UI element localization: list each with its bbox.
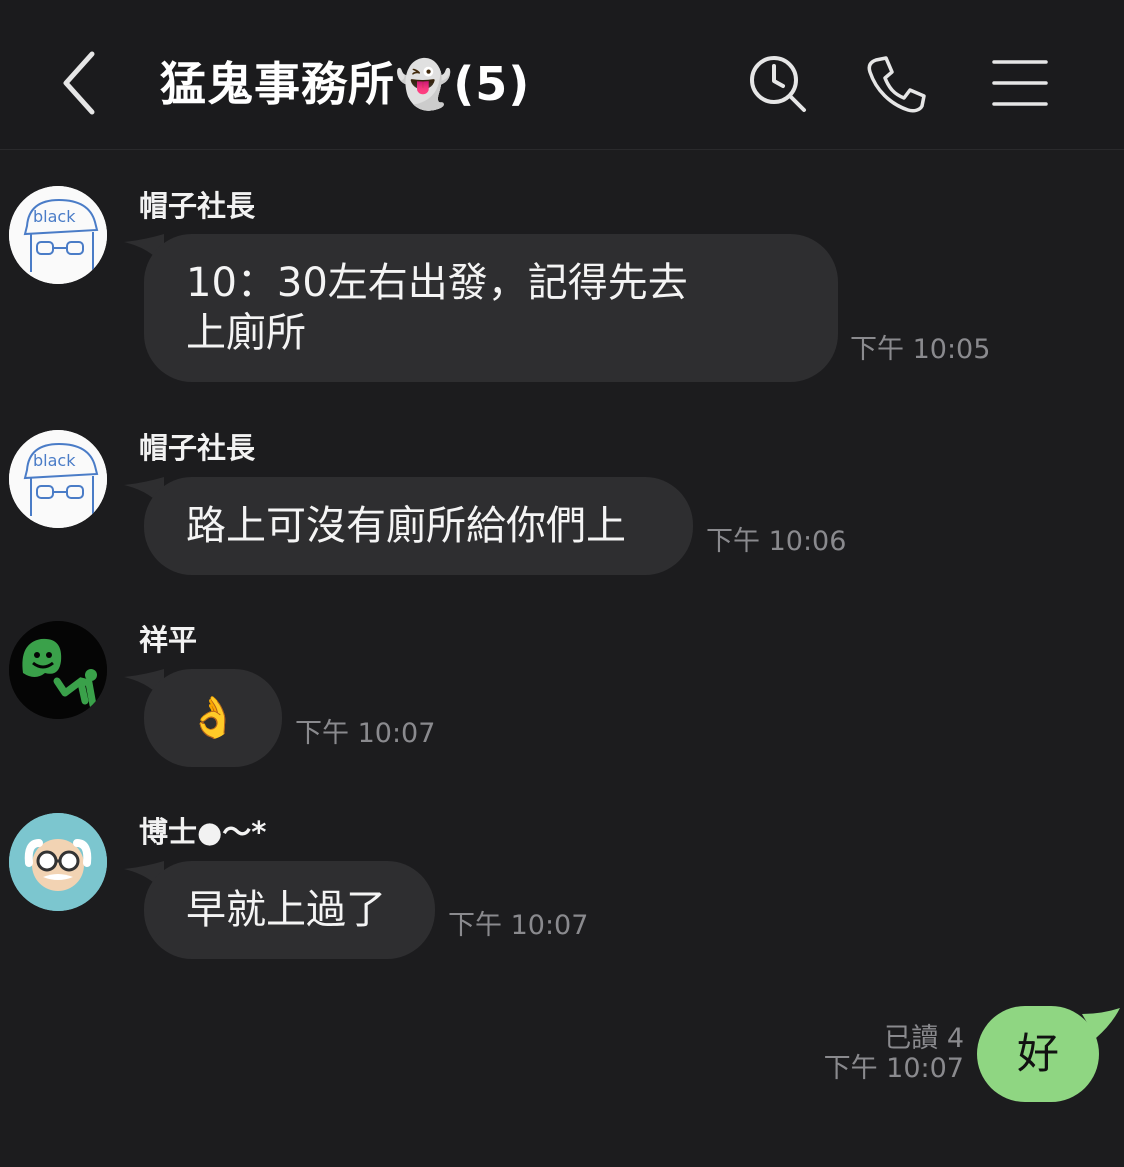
avatar[interactable]: black xyxy=(9,186,107,284)
svg-text:black: black xyxy=(33,207,76,226)
message-time: 下午 10:07 xyxy=(823,1053,964,1084)
avatar[interactable] xyxy=(9,813,107,911)
sender-name: 帽子社長 xyxy=(139,431,256,465)
sender-name: 博士●～* xyxy=(139,815,267,849)
message-text: 好 xyxy=(1016,1029,1059,1078)
avatar[interactable] xyxy=(9,621,107,719)
message-text-line: 上廁所 xyxy=(186,310,306,356)
message-text-line: 10：30左右出發，記得先去 xyxy=(186,260,688,306)
sender-name: 帽子社長 xyxy=(139,189,256,223)
search-icon[interactable] xyxy=(746,52,810,116)
menu-icon[interactable] xyxy=(988,52,1052,116)
read-status: 已讀 4 xyxy=(884,1023,964,1054)
svg-text:black: black xyxy=(33,451,76,470)
message-time: 下午 10:05 xyxy=(850,334,991,365)
message-text: 路上可沒有廁所給你們上 xyxy=(186,503,626,549)
sender-name: 祥平 xyxy=(139,623,198,657)
message-bubble[interactable]: 早就上過了 xyxy=(144,861,435,959)
message-time: 下午 10:06 xyxy=(706,526,847,557)
ok-hand-emoji: 👌 xyxy=(188,695,238,741)
chat-header: 猛鬼事務所👻(5) xyxy=(0,0,1124,150)
message-time: 下午 10:07 xyxy=(448,910,589,941)
message-bubble[interactable]: 10：30左右出發，記得先去 上廁所 xyxy=(144,234,838,382)
message-bubble[interactable]: 👌 xyxy=(144,669,282,767)
avatar[interactable]: black xyxy=(9,430,107,528)
read-receipt: 已讀 4 下午 10:07 xyxy=(824,1024,964,1084)
chat-screen: 猛鬼事務所👻(5) black 帽子社長 10：30左右出發，記得先去 上廁所 … xyxy=(0,0,1124,1167)
message-time: 下午 10:07 xyxy=(295,718,436,749)
chat-title: 猛鬼事務所👻(5) xyxy=(160,57,531,111)
back-icon[interactable] xyxy=(52,48,108,118)
phone-icon[interactable] xyxy=(864,52,928,116)
message-bubble[interactable]: 路上可沒有廁所給你們上 xyxy=(144,477,693,575)
message-text: 早就上過了 xyxy=(186,887,386,933)
outgoing-message-bubble[interactable]: 好 xyxy=(977,1006,1099,1102)
